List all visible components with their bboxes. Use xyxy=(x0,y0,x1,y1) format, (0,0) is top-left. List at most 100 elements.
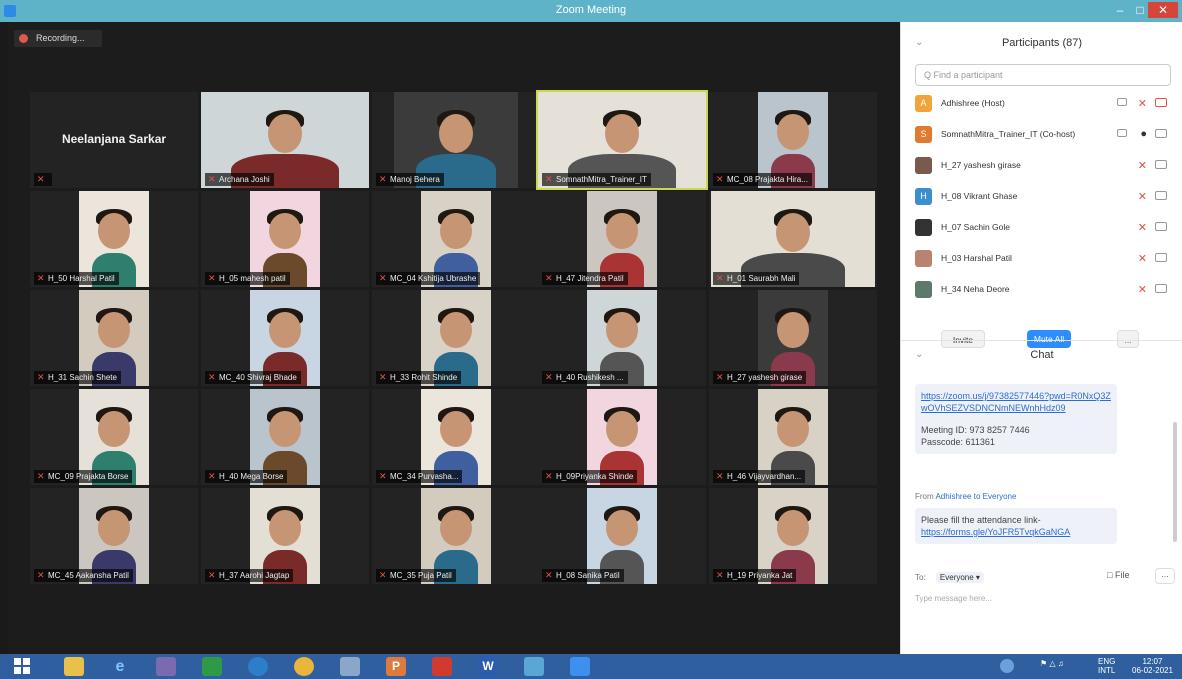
video-tile[interactable]: ✕ H_01 Saurabh Mali xyxy=(709,191,877,287)
video-tile[interactable]: ✕ H_31 Sachin Shete xyxy=(30,290,198,386)
participant-name: H_37 Aarohi Jagtap xyxy=(219,571,290,580)
meeting-link[interactable]: https://zoom.us/j/97382577446?pwd=R0NxQ3… xyxy=(921,390,1111,414)
file-button[interactable]: □ File xyxy=(1107,570,1129,580)
network-icon[interactable] xyxy=(340,657,360,676)
participant-nameplate: ✕ MC_09 Prajakta Borse xyxy=(34,470,133,483)
skype-icon[interactable] xyxy=(248,657,268,676)
clock[interactable]: 12:07 06-02-2021 xyxy=(1132,657,1173,675)
recipient-select[interactable]: Everyone ▾ xyxy=(935,572,984,583)
person-face xyxy=(606,312,638,349)
mic-on-icon[interactable]: ● xyxy=(1140,128,1147,140)
pdf-reader-icon[interactable] xyxy=(432,657,452,676)
video-tile[interactable]: ✕ H_47 Jitendra Patil xyxy=(538,191,706,287)
video-tile[interactable]: ✕ H_33 Rohit Shinde xyxy=(372,290,540,386)
windows-start-icon[interactable] xyxy=(14,658,30,674)
chat-more-button[interactable]: ... xyxy=(1155,568,1175,584)
mic-muted-icon[interactable]: ✕ xyxy=(1138,97,1147,110)
video-tile[interactable]: ✕ SomnathMitra_Trainer_IT xyxy=(536,90,708,190)
paint-icon[interactable] xyxy=(524,657,544,676)
video-tile[interactable]: ✕ H_46 Vijayvardhan... xyxy=(709,389,877,485)
language-indicator[interactable]: ENG INTL xyxy=(1098,657,1115,675)
participant-row[interactable]: A Adhishree (Host) ✕ xyxy=(913,90,1171,118)
video-tile[interactable]: ✕ H_40 Rushikesh ... xyxy=(538,290,706,386)
camera-off-icon[interactable] xyxy=(1155,160,1167,169)
participant-nameplate: ✕ MC_04 Kshitija Ubrashe xyxy=(376,272,481,285)
zoom-taskbar-icon[interactable] xyxy=(570,657,590,676)
chevron-down-icon[interactable]: ⌄ xyxy=(915,340,923,370)
camera-off-icon[interactable] xyxy=(1155,98,1167,107)
chat-input[interactable]: Type message here... xyxy=(915,594,992,603)
chrome-icon[interactable] xyxy=(294,657,314,676)
participant-nameplate: ✕ H_37 Aarohi Jagtap xyxy=(205,569,294,582)
chat-sender-line: From Adhishree to Everyone xyxy=(915,492,1016,501)
flag-icon[interactable]: ⚑ △ ♫ xyxy=(1040,659,1064,668)
video-tile[interactable]: ✕ MC_34 Purvasha... xyxy=(372,389,540,485)
date-text: 06-02-2021 xyxy=(1132,666,1173,675)
video-tile[interactable]: ✕ MC_04 Kshitija Ubrashe xyxy=(372,191,540,287)
chat-text: Please fill the attendance link- xyxy=(921,515,1041,525)
participant-row[interactable]: H_07 Sachin Gole ✕ xyxy=(913,214,1171,242)
calculator-icon[interactable] xyxy=(202,657,222,676)
powerpoint-icon[interactable]: P xyxy=(386,657,406,676)
participant-name: H_40 Rushikesh ... xyxy=(556,373,624,382)
video-tile[interactable]: ✕ Manoj Behera xyxy=(372,92,540,188)
avatar xyxy=(915,281,932,298)
participant-name: SomnathMitra_Trainer_IT xyxy=(556,175,647,184)
video-tile[interactable]: ✕ H_37 Aarohi Jagtap xyxy=(201,488,369,584)
person-face xyxy=(606,510,638,547)
video-tile[interactable]: ✕ MC_09 Prajakta Borse xyxy=(30,389,198,485)
mic-muted-icon[interactable]: ✕ xyxy=(1138,283,1147,296)
participant-row[interactable]: H_34 Neha Deore ✕ xyxy=(913,276,1171,304)
file-explorer-icon[interactable] xyxy=(64,657,84,676)
participant-row[interactable]: S SomnathMitra_Trainer_IT (Co-host) ● xyxy=(913,121,1171,149)
participant-row[interactable]: H H_08 Vikrant Ghase ✕ xyxy=(913,183,1171,211)
recording-indicator[interactable]: Recording... xyxy=(14,30,102,47)
person-face xyxy=(98,312,130,349)
video-tile[interactable]: ✕ H_08 Sanika Patil xyxy=(538,488,706,584)
internet-explorer-icon[interactable]: e xyxy=(110,657,130,676)
video-tile[interactable]: ✕ H_19 Priyanka Jat xyxy=(709,488,877,584)
video-tile[interactable]: ✕ Archana Joshi xyxy=(201,92,369,188)
participant-name: H_08 Sanika Patil xyxy=(556,571,620,580)
participant-nameplate: ✕ H_50 Harshal Patil xyxy=(34,272,119,285)
tray-icon[interactable] xyxy=(1000,659,1014,673)
chat-icon[interactable] xyxy=(1117,98,1127,106)
camera-off-icon[interactable] xyxy=(1155,253,1167,262)
mic-muted-icon[interactable]: ✕ xyxy=(1138,190,1147,203)
video-tile[interactable]: ✕ MC_45 Aakansha Patil xyxy=(30,488,198,584)
mic-muted-icon: ✕ xyxy=(379,372,387,382)
video-tile[interactable]: Neelanjana Sarkar ✕ xyxy=(30,92,198,188)
chat-icon[interactable] xyxy=(1117,129,1127,137)
camera-off-icon[interactable] xyxy=(1155,129,1167,138)
camera-off-icon[interactable] xyxy=(1155,222,1167,231)
close-button[interactable]: ✕ xyxy=(1148,2,1178,18)
participant-name: MC_04 Kshitija Ubrashe xyxy=(390,274,477,283)
camera-off-icon[interactable] xyxy=(1155,284,1167,293)
attendance-link[interactable]: https://forms.gle/YoJFR5TvqkGaNGA xyxy=(921,526,1111,538)
participant-search-input[interactable]: Q Find a participant xyxy=(915,64,1171,86)
media-icon[interactable] xyxy=(156,657,176,676)
video-tile[interactable]: ✕ H_50 Harshal Patil xyxy=(30,191,198,287)
avatar xyxy=(915,219,932,236)
chevron-down-icon[interactable]: ⌄ xyxy=(915,28,923,58)
mic-muted-icon[interactable]: ✕ xyxy=(1138,159,1147,172)
chat-scrollbar[interactable] xyxy=(1173,422,1177,542)
video-tile[interactable]: ✕ MC_08 Prajakta Hira... xyxy=(709,92,877,188)
mic-muted-icon[interactable]: ✕ xyxy=(1138,221,1147,234)
person-face xyxy=(440,510,472,547)
mic-muted-icon: ✕ xyxy=(37,471,45,481)
window-titlebar: Zoom Meeting – □ ✕ xyxy=(0,0,1182,22)
video-tile[interactable]: ✕ MC_40 Shivraj Bhade xyxy=(201,290,369,386)
person-face xyxy=(439,114,473,154)
mic-muted-icon[interactable]: ✕ xyxy=(1138,252,1147,265)
participant-row[interactable]: H_03 Harshal Patil ✕ xyxy=(913,245,1171,273)
participant-nameplate: ✕ MC_35 Puja Patil xyxy=(376,569,456,582)
word-icon[interactable]: W xyxy=(478,657,498,676)
camera-off-icon[interactable] xyxy=(1155,191,1167,200)
video-tile[interactable]: ✕ H_27 yashesh girase xyxy=(709,290,877,386)
video-tile[interactable]: ✕ H_40 Mega Borse xyxy=(201,389,369,485)
participant-row[interactable]: H_27 yashesh girase ✕ xyxy=(913,152,1171,180)
video-tile[interactable]: ✕ H_09Priyanka Shinde xyxy=(538,389,706,485)
video-tile[interactable]: ✕ H_05 mahesh patil xyxy=(201,191,369,287)
video-tile[interactable]: ✕ MC_35 Puja Patil xyxy=(372,488,540,584)
